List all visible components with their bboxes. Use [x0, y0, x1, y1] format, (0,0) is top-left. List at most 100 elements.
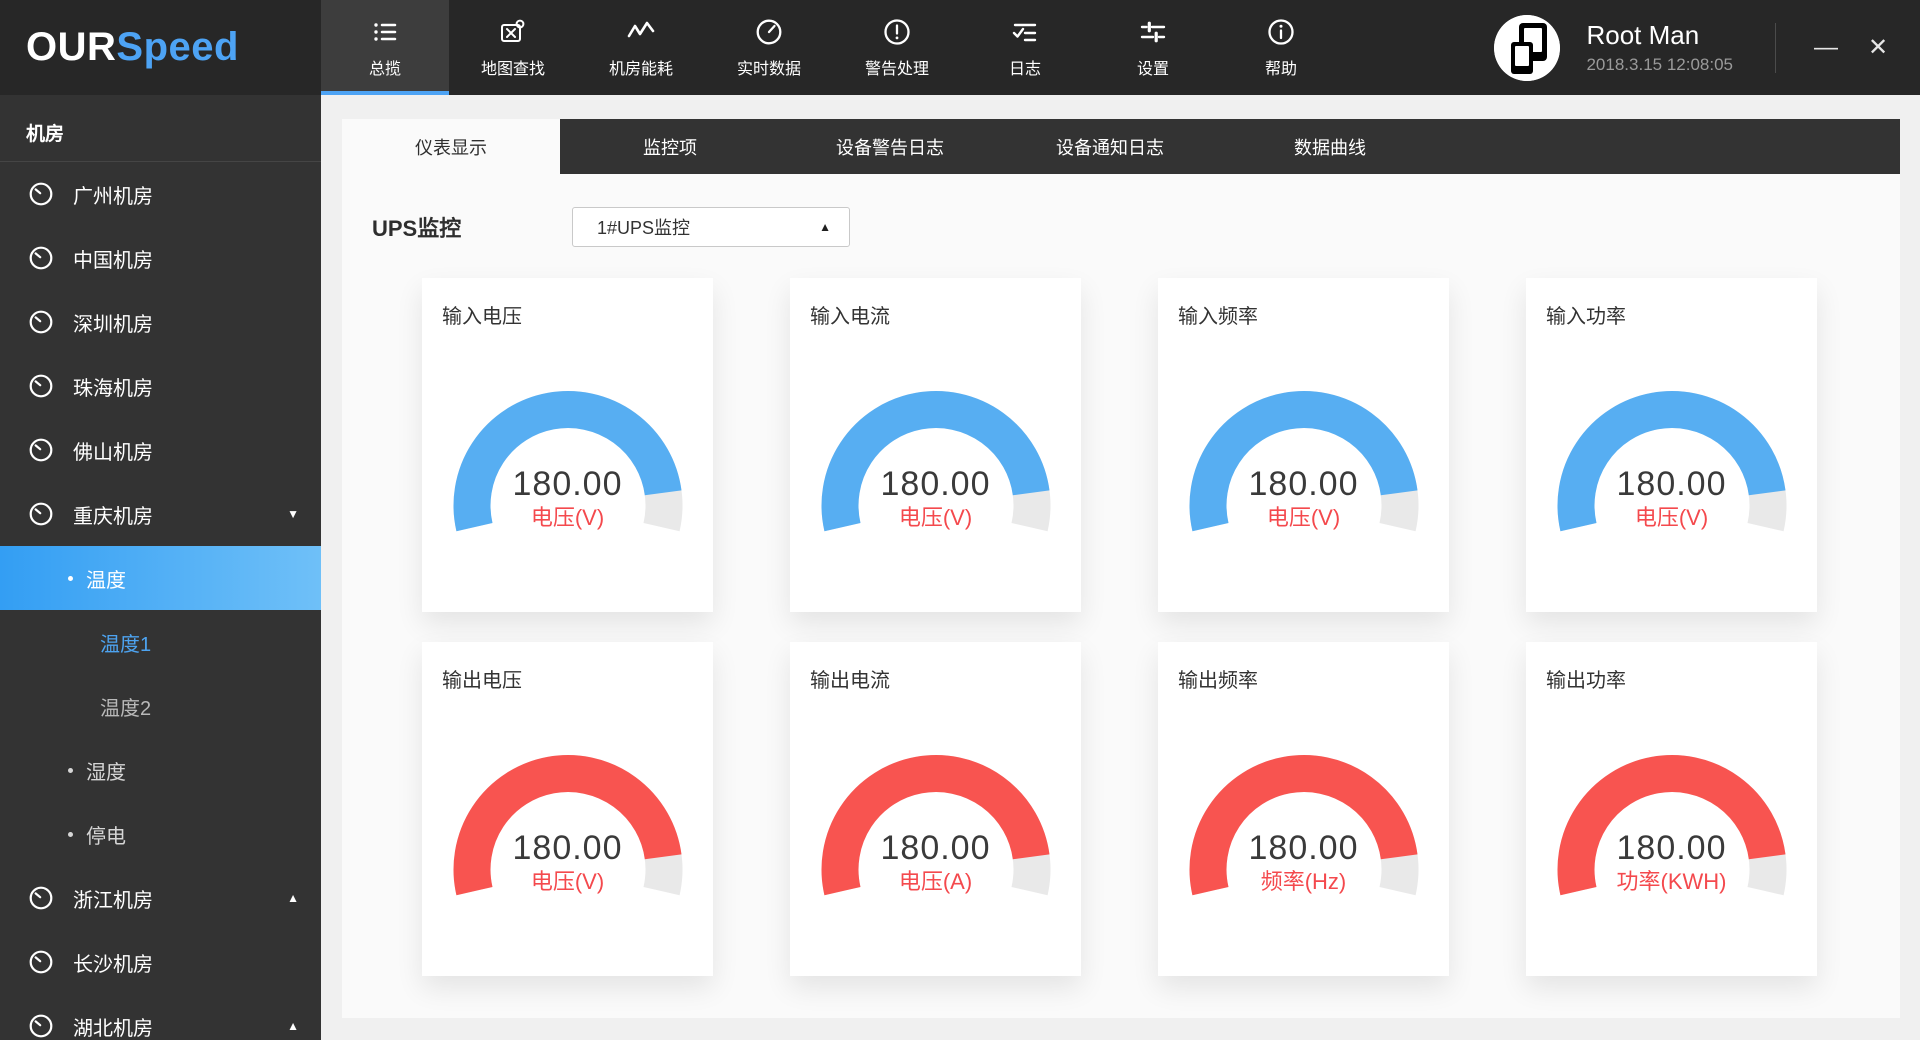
- gauge-card-输入电压: 输入电压 180.00电压(V): [422, 278, 713, 612]
- tab-数据曲线[interactable]: 数据曲线: [1220, 119, 1440, 174]
- nav-item-label: 地图查找: [481, 55, 545, 79]
- caret-up-icon: ▲: [819, 220, 831, 234]
- sidebar-item-湖北机房[interactable]: 湖北机房▲: [0, 994, 321, 1040]
- gauge-value: 180.00: [821, 465, 1051, 503]
- gauge-icon: [27, 372, 55, 400]
- tab-meter-display[interactable]: 仪表显示: [342, 119, 560, 174]
- sidebar-item-label: 湿度: [86, 756, 126, 785]
- gauge-value: 180.00: [1189, 829, 1419, 867]
- nav-item-label: 设置: [1137, 55, 1169, 79]
- nav-item-label: 帮助: [1265, 55, 1297, 79]
- app-window: OURSpeed 总揽地图查找 机房能耗 实时数据警告处理 日志 设置 帮助 Root M…: [0, 0, 1920, 1040]
- nav-item-label: 机房能耗: [609, 55, 673, 79]
- logo-primary: OUR: [26, 25, 116, 69]
- nav-item-日志[interactable]: 日志: [961, 0, 1089, 95]
- sidebar: 机房 广州机房中国机房深圳机房珠海机房佛山机房重庆机房▼温度温度1 温度2 湿度停电…: [0, 95, 321, 1040]
- gauge-card-输出功率: 输出功率 180.00功率(KWH): [1526, 642, 1817, 976]
- ups-selector-dropdown[interactable]: 1#UPS监控 ▲: [572, 207, 850, 247]
- tab-监控项[interactable]: 监控项: [560, 119, 780, 174]
- gauge-value: 180.00: [1557, 465, 1787, 503]
- bullet-dot: [68, 832, 73, 837]
- alert-circle-icon: [882, 17, 912, 47]
- sidebar-item-珠海机房[interactable]: 珠海机房: [0, 354, 321, 418]
- gauge-card-输入电流: 输入电流 180.00电压(V): [790, 278, 1081, 612]
- gauge-icon: [27, 500, 55, 528]
- gauge-icon: [27, 884, 55, 912]
- sidebar-item-label: 佛山机房: [73, 436, 153, 465]
- sidebar-item-label: 长沙机房: [73, 948, 153, 977]
- gauge-card-title: 输入电压: [422, 278, 713, 329]
- nav-item-机房能耗[interactable]: 机房能耗: [577, 0, 705, 95]
- gauge-readout: 180.00电压(V): [821, 465, 1051, 531]
- ups-monitor-row: UPS监控 1#UPS监控 ▲: [372, 207, 1900, 247]
- nav-item-label: 警告处理: [865, 55, 929, 79]
- gauge-icon: [27, 308, 55, 336]
- chevron-up-icon: ▲: [287, 891, 299, 905]
- map-search-icon: [498, 17, 528, 47]
- gauge-card-title: 输入频率: [1158, 278, 1449, 329]
- sidebar-item-长沙机房[interactable]: 长沙机房: [0, 930, 321, 994]
- gauge-card-输出电压: 输出电压 180.00电压(V): [422, 642, 713, 976]
- window-controls-divider: [1775, 23, 1776, 73]
- sidebar-item-停电[interactable]: 停电: [0, 802, 321, 866]
- tab-设备通知日志[interactable]: 设备通知日志: [1000, 119, 1220, 174]
- nav-item-地图查找[interactable]: 地图查找: [449, 0, 577, 95]
- gauge-card-输出频率: 输出频率180.00频率(Hz): [1158, 642, 1449, 976]
- sidebar-item-佛山机房[interactable]: 佛山机房: [0, 418, 321, 482]
- user-avatar[interactable]: [1494, 15, 1560, 81]
- gauge-card-输入频率: 输入频率180.00电压(V): [1158, 278, 1449, 612]
- top-nav: 总揽地图查找 机房能耗 实时数据警告处理 日志 设置 帮助: [321, 0, 1345, 95]
- user-name: Root Man: [1586, 20, 1733, 50]
- gauge-value: 180.00: [1557, 829, 1787, 867]
- chevron-down-icon: ▼: [287, 507, 299, 521]
- gauge-icon: [27, 180, 55, 208]
- nav-item-警告处理[interactable]: 警告处理: [833, 0, 961, 95]
- nav-item-实时数据[interactable]: 实时数据: [705, 0, 833, 95]
- sidebar-item-重庆机房[interactable]: 重庆机房▼: [0, 482, 321, 546]
- gauge-readout: 180.00频率(Hz): [1189, 829, 1419, 895]
- tab-设备警告日志[interactable]: 设备警告日志: [780, 119, 1000, 174]
- sidebar-item-浙江机房[interactable]: 浙江机房▲: [0, 866, 321, 930]
- content-panel: 仪表显示 监控项设备警告日志设备通知日志数据曲线 UPS监控 1#UPS监控 ▲…: [342, 119, 1900, 1018]
- sidebar-item-温度2[interactable]: 温度2: [0, 674, 321, 738]
- gauge-card-grid: 输入电压180.00电压(V)输入电流180.00电压(V)输入频率180.00…: [422, 278, 1817, 976]
- gauge-chart: 180.00功率(KWH): [1557, 755, 1787, 911]
- sidebar-item-湿度[interactable]: 湿度: [0, 738, 321, 802]
- gauge-icon: [27, 948, 55, 976]
- sidebar-item-中国机房[interactable]: 中国机房: [0, 226, 321, 290]
- app-logo: OURSpeed: [0, 25, 321, 70]
- nav-item-设置[interactable]: 设置: [1089, 0, 1217, 95]
- sidebar-item-温度1[interactable]: 温度1: [0, 610, 321, 674]
- gauge-unit-label: 电压(V): [1189, 505, 1419, 531]
- minimize-button[interactable]: —: [1804, 26, 1848, 70]
- gauge-unit-label: 电压(V): [453, 505, 683, 531]
- sidebar-title: 机房: [0, 95, 321, 162]
- gauge-icon: [27, 244, 55, 272]
- nav-item-帮助[interactable]: 帮助: [1217, 0, 1345, 95]
- gauge-card-title: 输入功率: [1526, 278, 1817, 329]
- help-info-icon: [1266, 17, 1296, 47]
- gauge-unit-label: 电压(V): [821, 505, 1051, 531]
- gauge-card-title: 输出电压: [422, 642, 713, 693]
- gauge-card-title: 输入电流: [790, 278, 1081, 329]
- gauge-unit-label: 频率(Hz): [1189, 869, 1419, 895]
- logo-accent: Speed: [116, 25, 239, 69]
- gauge-card-输出电流: 输出电流180.00电压(A): [790, 642, 1081, 976]
- sidebar-item-label: 温度2: [100, 692, 151, 721]
- sidebar-item-label: 广州机房: [73, 180, 153, 209]
- close-button[interactable]: ✕: [1856, 26, 1900, 70]
- sidebar-item-深圳机房[interactable]: 深圳机房: [0, 290, 321, 354]
- nav-item-总揽[interactable]: 总揽: [321, 0, 449, 95]
- nav-item-label: 日志: [1009, 55, 1041, 79]
- gauge-value: 180.00: [453, 465, 683, 503]
- top-bar: OURSpeed 总揽地图查找 机房能耗 实时数据警告处理 日志 设置 帮助 Root M…: [0, 0, 1920, 95]
- gauge-card-title: 输出功率: [1526, 642, 1817, 693]
- gauge-chart: 180.00电压(V): [453, 755, 683, 911]
- chevron-up-icon: ▲: [287, 1019, 299, 1033]
- ups-section-label: UPS监控: [372, 211, 572, 243]
- sidebar-item-广州机房[interactable]: 广州机房: [0, 162, 321, 226]
- sidebar-item-温度[interactable]: 温度: [0, 546, 321, 610]
- gauge-chart: 180.00频率(Hz): [1189, 755, 1419, 911]
- gauge-chart: 180.00电压(V): [821, 391, 1051, 547]
- user-datetime: 2018.3.15 12:08:05: [1586, 55, 1733, 75]
